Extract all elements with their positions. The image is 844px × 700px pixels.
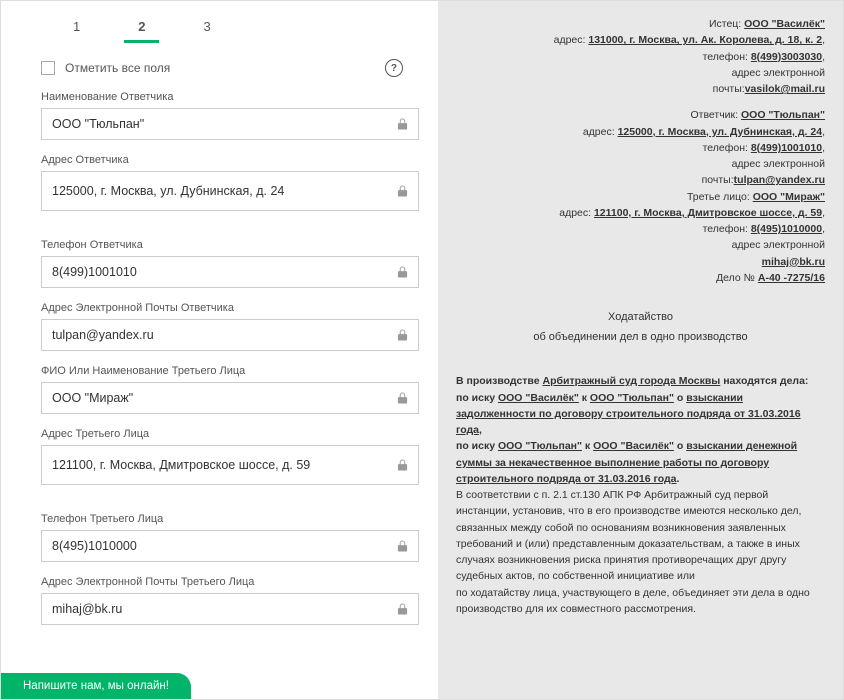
- lock-icon: [397, 117, 408, 131]
- check-all-label: Отметить все поля: [65, 61, 170, 75]
- field-input-6[interactable]: [41, 530, 419, 562]
- field-input-4[interactable]: [41, 382, 419, 414]
- lock-icon: [397, 265, 408, 279]
- tab-bar: 1 2 3: [59, 13, 418, 43]
- field-label: Телефон Третьего Лица: [41, 513, 418, 525]
- field-label: ФИО Или Наименование Третьего Лица: [41, 365, 418, 377]
- lock-icon: [397, 602, 408, 616]
- field-input-2[interactable]: [41, 256, 419, 288]
- document-title: Ходатайство: [456, 311, 825, 323]
- lock-icon: [397, 391, 408, 405]
- field-input-1[interactable]: [41, 171, 419, 211]
- tab-3[interactable]: 3: [189, 13, 224, 43]
- field-label: Адрес Ответчика: [41, 154, 418, 166]
- chat-widget[interactable]: Напишите нам, мы онлайн!: [1, 673, 191, 699]
- field-input-7[interactable]: [41, 593, 419, 625]
- document-subtitle: об объединении дел в одно производство: [456, 331, 825, 343]
- lock-icon: [397, 458, 408, 472]
- lock-icon: [397, 539, 408, 553]
- help-icon[interactable]: ?: [385, 59, 403, 77]
- document-preview: Истец: ООО "Василёк" адрес: 131000, г. М…: [438, 1, 843, 699]
- field-label: Наименование Ответчика: [41, 91, 418, 103]
- field-label: Адрес Электронной Почты Третьего Лица: [41, 576, 418, 588]
- lock-icon: [397, 184, 408, 198]
- tab-1[interactable]: 1: [59, 13, 94, 43]
- field-input-3[interactable]: [41, 319, 419, 351]
- field-label: Адрес Электронной Почты Ответчика: [41, 302, 418, 314]
- field-label: Телефон Ответчика: [41, 239, 418, 251]
- check-all-checkbox[interactable]: [41, 61, 55, 75]
- lock-icon: [397, 328, 408, 342]
- field-label: Адрес Третьего Лица: [41, 428, 418, 440]
- field-input-0[interactable]: [41, 108, 419, 140]
- field-input-5[interactable]: [41, 445, 419, 485]
- tab-2[interactable]: 2: [124, 13, 159, 43]
